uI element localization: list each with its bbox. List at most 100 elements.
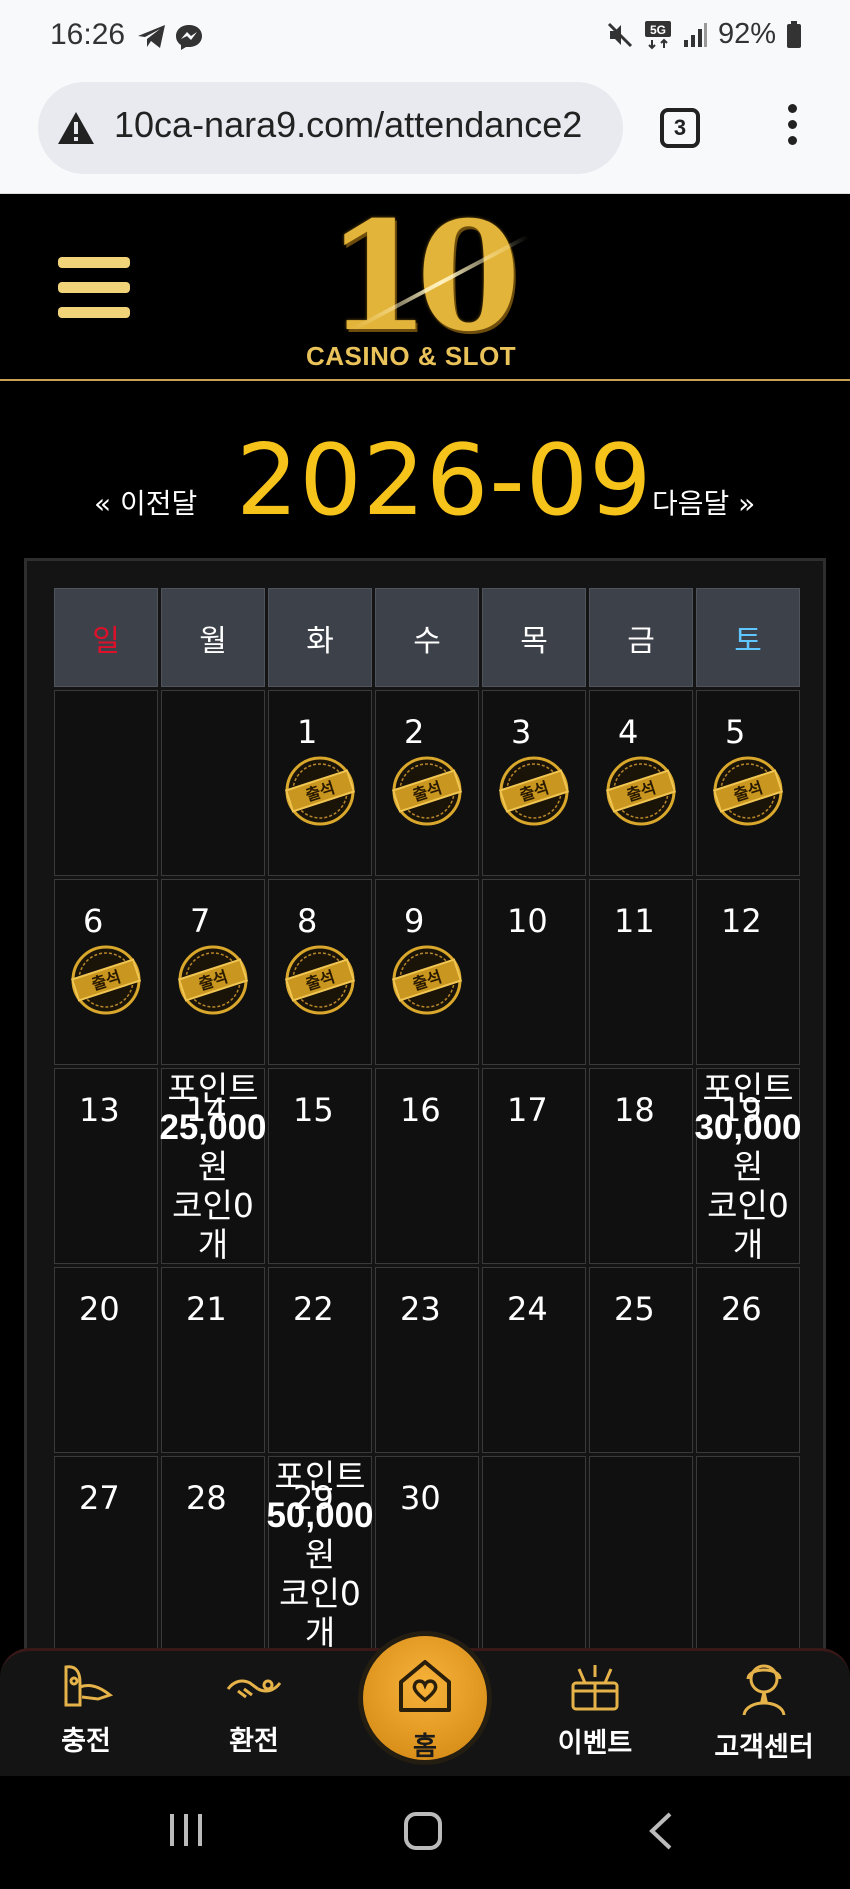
attendance-stamp-icon: 출석 <box>284 756 356 826</box>
status-right: 5G 92% <box>606 18 802 51</box>
nav-support[interactable]: 고객센터 <box>704 1661 824 1764</box>
calendar-day-cell[interactable]: 25 <box>589 1267 693 1453</box>
mute-icon <box>607 22 633 47</box>
calendar-day-cell[interactable]: 5 출석 <box>696 690 800 876</box>
calendar-day-cell[interactable]: 6 출석 <box>54 879 158 1065</box>
nav-withdraw-label: 환전 <box>229 1726 279 1757</box>
day-number: 7 <box>190 902 211 940</box>
calendar-day-cell[interactable]: 27 <box>54 1456 158 1652</box>
recent-apps-icon[interactable] <box>166 1810 206 1850</box>
calendar-empty-cell <box>696 1456 800 1652</box>
calendar-day-cell[interactable]: 28 <box>161 1456 265 1652</box>
nav-support-label: 고객센터 <box>714 1732 814 1763</box>
reward-line: 포인트 <box>167 1069 259 1108</box>
calendar-day-cell[interactable]: 30 <box>375 1456 479 1652</box>
calendar-day-cell[interactable]: 7 출석 <box>161 879 265 1065</box>
signal-icon <box>683 22 707 47</box>
day-number: 16 <box>400 1091 441 1129</box>
day-number: 26 <box>721 1290 762 1328</box>
back-icon[interactable] <box>646 1810 676 1852</box>
calendar-day-cell[interactable]: 23 <box>375 1267 479 1453</box>
calendar-empty-cell <box>589 1456 693 1652</box>
nav-deposit-label: 충전 <box>61 1726 111 1757</box>
weekday-tue: 화 <box>268 588 372 687</box>
reward-line: 개 <box>197 1225 229 1264</box>
calendar-day-cell[interactable]: 2 출석 <box>375 690 479 876</box>
reward-line: 코인0 <box>707 1186 789 1225</box>
day-number: 20 <box>79 1290 120 1328</box>
calendar-day-cell[interactable]: 12 <box>696 879 800 1065</box>
browser-toolbar: 10ca-nara9.com/attendance2 3 <box>0 76 850 194</box>
nav-home[interactable]: 홈 <box>358 1631 492 1765</box>
calendar-empty-cell <box>482 1456 586 1652</box>
url-text[interactable]: 10ca-nara9.com/attendance2 <box>114 104 582 146</box>
calendar-day-cell[interactable]: 17 <box>482 1068 586 1264</box>
nav-event-label: 이벤트 <box>557 1728 633 1759</box>
reward-line: 30,000 <box>694 1108 802 1147</box>
calendar-day-cell[interactable]: 10 <box>482 879 586 1065</box>
calendar-day-cell[interactable]: 29 포인트 50,000 원 코인0 개 <box>266 1456 374 1652</box>
calendar-day-cell[interactable]: 9 출석 <box>375 879 479 1065</box>
next-month-link[interactable]: 다음달 » <box>652 482 755 522</box>
prev-month-link[interactable]: « 이전달 <box>94 482 197 522</box>
warning-icon[interactable] <box>56 110 96 146</box>
status-bar: 16:26 5G 92% <box>0 0 850 76</box>
calendar-day-cell[interactable]: 8 출석 <box>268 879 372 1065</box>
calendar-day-cell[interactable]: 11 <box>589 879 693 1065</box>
reward-label: 포인트 50,000 원 코인0 개 <box>255 1457 385 1652</box>
day-number: 27 <box>79 1479 120 1517</box>
nav-home-label: 홈 <box>413 1732 437 1762</box>
day-number: 25 <box>614 1290 655 1328</box>
calendar-week-row: 20 21 22 23 24 25 26 <box>54 1267 800 1453</box>
status-time: 16:26 <box>50 18 126 51</box>
reward-line: 포인트 <box>702 1069 794 1108</box>
android-navigation-bar <box>0 1776 850 1889</box>
day-number: 11 <box>614 902 655 940</box>
calendar-day-cell[interactable]: 24 <box>482 1267 586 1453</box>
calendar-day-cell[interactable]: 21 <box>161 1267 265 1453</box>
home-system-icon[interactable] <box>402 1810 444 1852</box>
nav-deposit[interactable]: 충전 <box>26 1661 146 1758</box>
day-number: 10 <box>507 902 548 940</box>
nav-withdraw[interactable]: 환전 <box>194 1661 314 1758</box>
calendar-day-cell[interactable]: 16 <box>375 1068 479 1264</box>
attendance-stamp-icon: 출석 <box>605 756 677 826</box>
day-number: 6 <box>83 902 104 940</box>
bottom-navigation: 충전 환전 홈 이벤트 고객센터 <box>0 1631 850 1776</box>
reward-line: 원 <box>197 1147 229 1186</box>
calendar-day-cell[interactable]: 14 포인트 25,000 원 코인0 개 <box>159 1068 267 1264</box>
site-logo[interactable]: 10 CASINO & SLOT <box>300 189 550 373</box>
calendar-day-cell[interactable]: 18 <box>589 1068 693 1264</box>
attendance-stamp-icon: 출석 <box>391 756 463 826</box>
address-bar[interactable]: 10ca-nara9.com/attendance2 <box>38 82 623 174</box>
calendar-day-cell[interactable]: 4 출석 <box>589 690 693 876</box>
logo-number: 10 <box>326 189 521 365</box>
reward-line: 50,000 <box>266 1496 374 1535</box>
calendar-day-cell[interactable]: 22 <box>268 1267 372 1453</box>
calendar-day-cell[interactable]: 26 <box>696 1267 800 1453</box>
withdraw-icon <box>226 1679 282 1699</box>
attendance-stamp-icon: 출석 <box>391 945 463 1015</box>
battery-icon <box>787 20 801 48</box>
day-number: 12 <box>721 902 762 940</box>
calendar-day-cell[interactable]: 13 <box>54 1068 158 1264</box>
hamburger-menu-icon[interactable] <box>58 257 130 319</box>
day-number: 21 <box>186 1290 227 1328</box>
calendar-day-cell[interactable]: 1 출석 <box>268 690 372 876</box>
nav-event[interactable]: 이벤트 <box>535 1661 655 1760</box>
reward-label: 포인트 25,000 원 코인0 개 <box>148 1069 278 1264</box>
battery-percent: 92% <box>717 18 776 50</box>
weekday-sun: 일 <box>54 588 158 687</box>
calendar-body: 1 출석 2 출석 3 출석 4 출석 5 출석 6 출석 7 출석 8 출석 9 출석 10 11 12 13 14 포인트… <box>54 690 802 1652</box>
calendar-table: 일 월 화 수 목 금 토 1 출석 2 출석 3 출석 4 출석 5 출석 6 출석 7 출석 8 출석 9 출… <box>51 585 803 1655</box>
calendar-day-cell[interactable]: 15 <box>268 1068 372 1264</box>
calendar-day-cell[interactable]: 3 출석 <box>482 690 586 876</box>
deposit-icon <box>64 1665 114 1707</box>
day-number: 22 <box>293 1290 334 1328</box>
weekday-sat: 토 <box>696 588 800 687</box>
reward-line: 원 <box>732 1147 764 1186</box>
tab-switcher-button[interactable]: 3 <box>660 108 700 148</box>
browser-menu-icon[interactable] <box>784 104 800 154</box>
calendar-day-cell[interactable]: 19 포인트 30,000 원 코인0 개 <box>694 1068 802 1264</box>
calendar-day-cell[interactable]: 20 <box>54 1267 158 1453</box>
